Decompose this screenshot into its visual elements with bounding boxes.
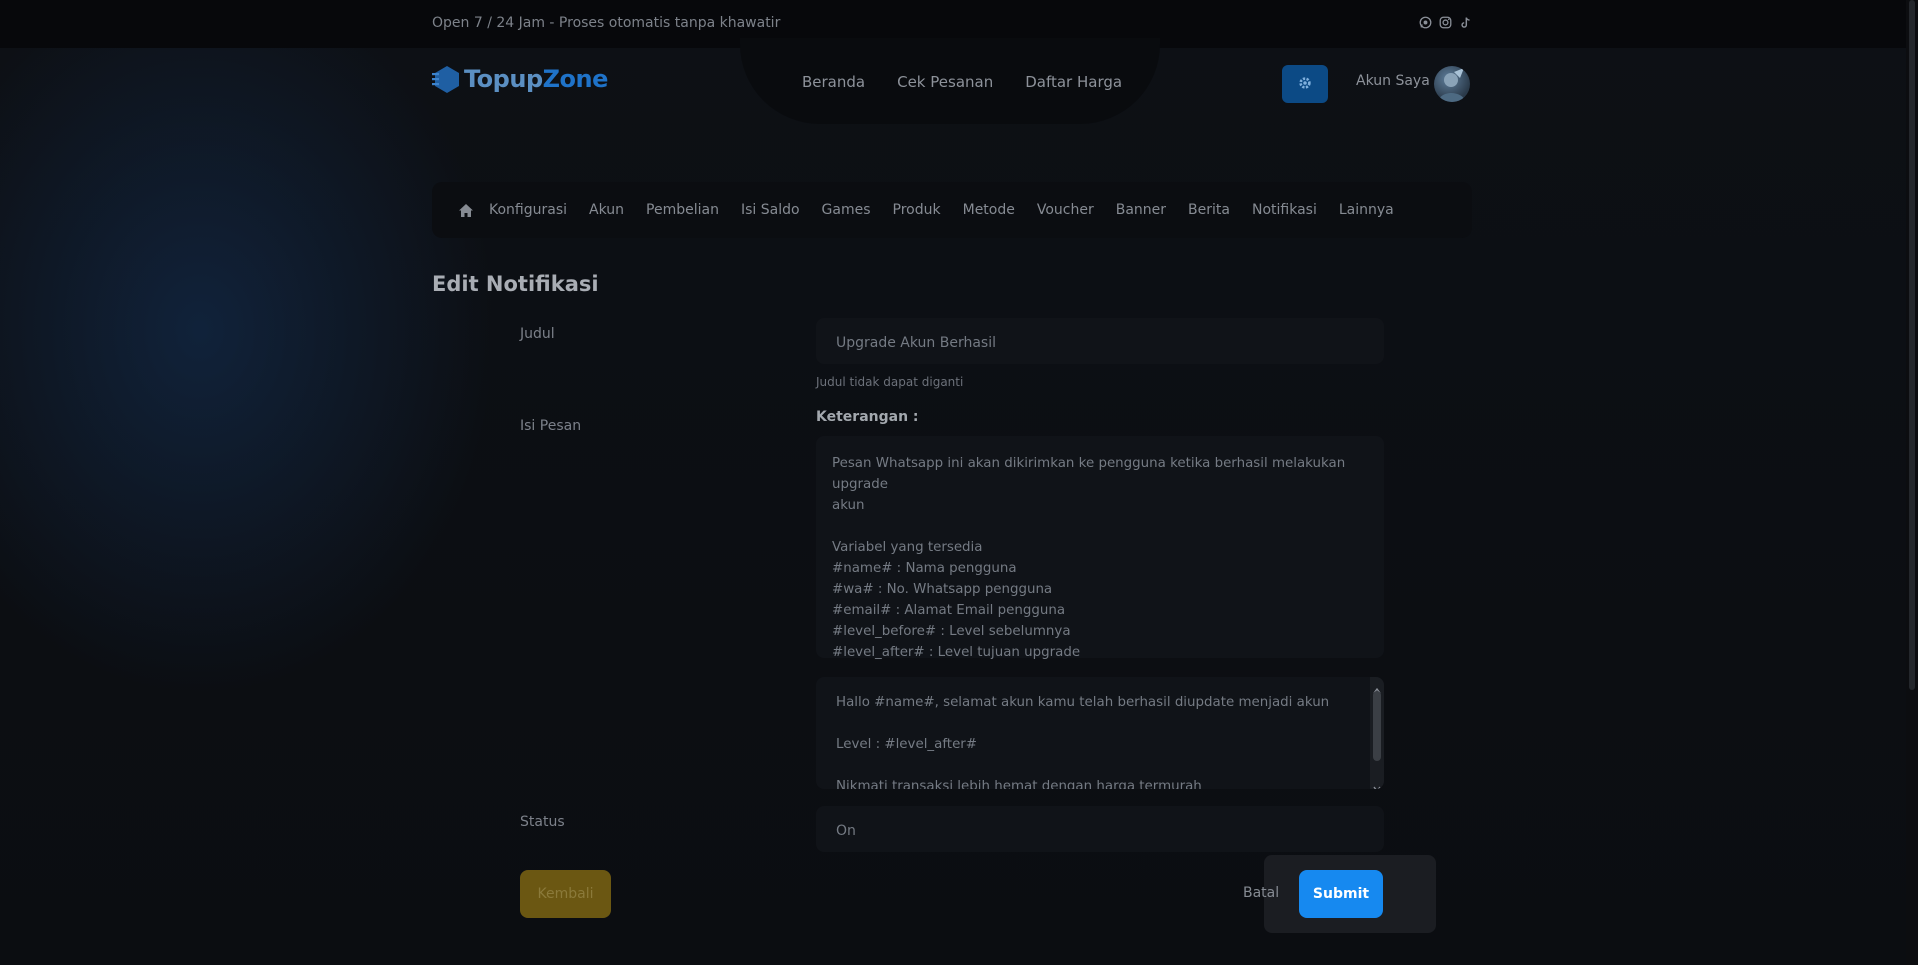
keterangan-blank-line — [832, 516, 1368, 537]
judul-field[interactable]: Upgrade Akun Berhasil — [816, 318, 1384, 364]
admin-nav-metode[interactable]: Metode — [963, 202, 1015, 218]
nav-beranda[interactable]: Beranda — [802, 73, 865, 91]
brand-name-part2: Zone — [542, 65, 609, 93]
cancel-button[interactable]: Batal — [1243, 885, 1279, 901]
keterangan-line: akun — [832, 498, 865, 513]
social-links — [1418, 15, 1472, 29]
admin-nav-pembelian[interactable]: Pembelian — [646, 202, 719, 218]
admin-navigation: Konfigurasi Akun Pembelian Isi Saldo Gam… — [432, 182, 1472, 238]
scrollbar-thumb[interactable] — [1373, 691, 1381, 761]
account-menu-label[interactable]: Akun Saya — [1356, 73, 1430, 89]
whatsapp-icon[interactable] — [1418, 15, 1432, 29]
scroll-up-icon[interactable] — [1373, 680, 1381, 694]
admin-nav-akun[interactable]: Akun — [589, 202, 624, 218]
back-button[interactable]: Kembali — [520, 870, 611, 918]
submit-button[interactable]: Submit — [1299, 870, 1383, 918]
admin-nav-voucher[interactable]: Voucher — [1037, 202, 1094, 218]
scroll-down-icon[interactable] — [1373, 778, 1381, 789]
admin-nav-produk[interactable]: Produk — [893, 202, 941, 218]
admin-nav-berita[interactable]: Berita — [1188, 202, 1230, 218]
keterangan-line: Variabel yang tersedia — [832, 540, 983, 555]
keterangan-line: Pesan Whatsapp ini akan dikirimkan ke pe… — [832, 456, 1346, 492]
page-scrollbar[interactable] — [1906, 0, 1918, 965]
judul-hint: Judul tidak dapat diganti — [816, 375, 964, 389]
brand-name-part1: Topup — [464, 65, 543, 93]
status-value: On — [836, 823, 856, 839]
admin-nav-notifikasi[interactable]: Notifikasi — [1252, 202, 1317, 218]
page-scrollbar-thumb[interactable] — [1909, 0, 1915, 690]
isi-pesan-label: Isi Pesan — [520, 418, 582, 434]
status-label: Status — [520, 814, 565, 830]
gear-icon — [1298, 75, 1312, 94]
tiktok-icon[interactable] — [1458, 15, 1472, 29]
message-content: Hallo #name#, selamat akun kamu telah be… — [816, 677, 1384, 789]
keterangan-line: #level_after# : Level tujuan upgrade — [832, 645, 1081, 660]
message-textarea[interactable]: Hallo #name#, selamat akun kamu telah be… — [816, 677, 1384, 789]
admin-nav-lainnya[interactable]: Lainnya — [1339, 202, 1394, 218]
settings-button[interactable] — [1282, 65, 1328, 103]
keterangan-line: #wa# : No. Whatsapp pengguna — [832, 582, 1053, 597]
judul-label: Judul — [520, 326, 555, 342]
announcement-text: Open 7 / 24 Jam - Proses otomatis tanpa … — [432, 15, 781, 31]
keterangan-box: Pesan Whatsapp ini akan dikirimkan ke pe… — [816, 436, 1384, 660]
message-line: Hallo #name#, selamat akun kamu telah be… — [836, 695, 1330, 710]
admin-nav-konfigurasi[interactable]: Konfigurasi — [489, 202, 567, 218]
status-select[interactable]: On — [816, 806, 1384, 852]
logo-mark-icon — [428, 64, 462, 94]
nav-daftar-harga[interactable]: Daftar Harga — [1025, 73, 1122, 91]
brand-logo[interactable]: TopupZone — [428, 64, 608, 94]
message-line: Level : #level_after# — [836, 737, 978, 752]
textarea-scrollbar[interactable] — [1370, 677, 1384, 789]
brand-name: TopupZone — [464, 65, 608, 93]
avatar[interactable] — [1434, 66, 1470, 102]
main-navigation: Beranda Cek Pesanan Daftar Harga — [802, 73, 1122, 91]
instagram-icon[interactable] — [1438, 15, 1452, 29]
page-title: Edit Notifikasi — [432, 272, 599, 296]
keterangan-line: #level_before# : Level sebelumnya — [832, 624, 1071, 639]
message-line: Nikmati transaksi lebih hemat dengan har… — [836, 779, 1202, 789]
keterangan-line: #name# : Nama pengguna — [832, 561, 1017, 576]
admin-nav-banner[interactable]: Banner — [1116, 202, 1166, 218]
admin-nav-isi-saldo[interactable]: Isi Saldo — [741, 202, 800, 218]
judul-value: Upgrade Akun Berhasil — [836, 335, 997, 351]
nav-cek-pesanan[interactable]: Cek Pesanan — [897, 73, 993, 91]
keterangan-line: #email# : Alamat Email pengguna — [832, 603, 1066, 618]
home-icon[interactable] — [458, 202, 474, 218]
admin-nav-games[interactable]: Games — [822, 202, 871, 218]
keterangan-label: Keterangan : — [816, 409, 919, 425]
